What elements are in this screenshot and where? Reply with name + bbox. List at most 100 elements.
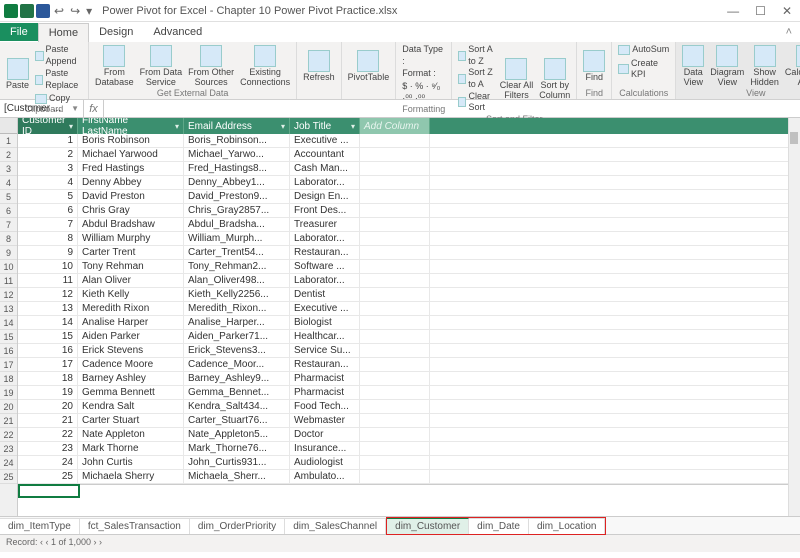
clear-filters-button[interactable]: Clear All Filters bbox=[500, 58, 534, 101]
cell-id[interactable]: 11 bbox=[18, 274, 78, 287]
cell-job[interactable]: Restauran... bbox=[290, 246, 360, 259]
row-header[interactable]: 25 bbox=[0, 470, 17, 484]
row-header[interactable]: 12 bbox=[0, 288, 17, 302]
cell-email[interactable]: Kendra_Salt434... bbox=[184, 400, 290, 413]
cell-id[interactable]: 6 bbox=[18, 204, 78, 217]
table-row[interactable]: 9Carter TrentCarter_Trent54...Restauran.… bbox=[18, 246, 788, 260]
from-database-button[interactable]: From Database bbox=[95, 45, 134, 88]
row-header[interactable]: 7 bbox=[0, 218, 17, 232]
cell-job[interactable]: Front Des... bbox=[290, 204, 360, 217]
cell-id[interactable]: 24 bbox=[18, 456, 78, 469]
from-data-service-button[interactable]: From Data Service bbox=[140, 45, 183, 88]
col-customer-id[interactable]: Customer ID▾ bbox=[18, 118, 78, 134]
cell-add[interactable] bbox=[360, 148, 430, 161]
cell-name[interactable]: Kieth Kelly bbox=[78, 288, 184, 301]
cell-job[interactable]: Executive ... bbox=[290, 134, 360, 147]
cell-id[interactable]: 7 bbox=[18, 218, 78, 231]
pivottable-button[interactable]: PivotTable bbox=[348, 50, 390, 83]
diagram-view-button[interactable]: Diagram View bbox=[710, 45, 744, 88]
from-other-sources-button[interactable]: From Other Sources bbox=[188, 45, 234, 88]
cell-add[interactable] bbox=[360, 260, 430, 273]
table-row[interactable]: 22Nate AppletonNate_Appleton5...Doctor bbox=[18, 428, 788, 442]
qat-dropdown-icon[interactable]: ▾ bbox=[84, 4, 94, 18]
cell-id[interactable]: 10 bbox=[18, 260, 78, 273]
maximize-button[interactable]: ☐ bbox=[755, 4, 766, 18]
row-header[interactable]: 20 bbox=[0, 400, 17, 414]
sheet-tab[interactable]: fct_SalesTransaction bbox=[80, 518, 190, 534]
cell-email[interactable]: Erick_Stevens3... bbox=[184, 344, 290, 357]
row-header[interactable]: 22 bbox=[0, 428, 17, 442]
cell-email[interactable]: Boris_Robinson... bbox=[184, 134, 290, 147]
record-navigator[interactable]: Record: ‹ ‹ 1 of 1,000 › › bbox=[6, 537, 102, 547]
data-view-button[interactable]: Data View bbox=[682, 45, 704, 88]
row-header[interactable]: 14 bbox=[0, 316, 17, 330]
cell-job[interactable]: Laborator... bbox=[290, 176, 360, 189]
col-name[interactable]: FirstName LastName▾ bbox=[78, 118, 184, 134]
cell-job[interactable]: Pharmacist bbox=[290, 386, 360, 399]
col-email[interactable]: Email Address▾ bbox=[184, 118, 290, 134]
cell-email[interactable]: Cadence_Moor... bbox=[184, 358, 290, 371]
row-header[interactable]: 24 bbox=[0, 456, 17, 470]
cell-add[interactable] bbox=[360, 316, 430, 329]
cell-job[interactable]: Service Su... bbox=[290, 344, 360, 357]
cell-name[interactable]: Michael Yarwood bbox=[78, 148, 184, 161]
sort-by-column-button[interactable]: Sort by Column bbox=[539, 58, 570, 101]
cell-email[interactable]: John_Curtis931... bbox=[184, 456, 290, 469]
table-row[interactable]: 23Mark ThorneMark_Thorne76...Insurance..… bbox=[18, 442, 788, 456]
cell-add[interactable] bbox=[360, 414, 430, 427]
table-row[interactable]: 25Michaela SherryMichaela_Sherr...Ambula… bbox=[18, 470, 788, 484]
table-row[interactable]: 19Gemma BennettGemma_Bennet...Pharmacist bbox=[18, 386, 788, 400]
cell-name[interactable]: Analise Harper bbox=[78, 316, 184, 329]
data-type-dropdown[interactable]: Data Type : bbox=[402, 44, 445, 67]
create-kpi-button[interactable]: Create KPI bbox=[618, 58, 669, 81]
cell-id[interactable]: 23 bbox=[18, 442, 78, 455]
cell-name[interactable]: Meredith Rixon bbox=[78, 302, 184, 315]
col-job[interactable]: Job Title▾ bbox=[290, 118, 360, 134]
cell-name[interactable]: Alan Oliver bbox=[78, 274, 184, 287]
cell-email[interactable]: Abdul_Bradsha... bbox=[184, 218, 290, 231]
cell-name[interactable]: Aiden Parker bbox=[78, 330, 184, 343]
add-column[interactable]: Add Column bbox=[360, 118, 430, 134]
table-row[interactable]: 14Analise HarperAnalise_Harper...Biologi… bbox=[18, 316, 788, 330]
cell-email[interactable]: Kieth_Kelly2256... bbox=[184, 288, 290, 301]
cell-id[interactable]: 4 bbox=[18, 176, 78, 189]
format-dropdown[interactable]: Format : bbox=[402, 68, 436, 80]
sheet-tab[interactable]: dim_Location bbox=[529, 518, 605, 534]
cell-email[interactable]: Analise_Harper... bbox=[184, 316, 290, 329]
cell-name[interactable]: Tony Rehman bbox=[78, 260, 184, 273]
table-row[interactable]: 18Barney AshleyBarney_Ashley9...Pharmaci… bbox=[18, 372, 788, 386]
cell-add[interactable] bbox=[360, 386, 430, 399]
sheet-tab[interactable]: dim_ItemType bbox=[0, 518, 80, 534]
row-header[interactable]: 16 bbox=[0, 344, 17, 358]
cell-add[interactable] bbox=[360, 428, 430, 441]
cell-email[interactable]: Aiden_Parker71... bbox=[184, 330, 290, 343]
cell-job[interactable]: Design En... bbox=[290, 190, 360, 203]
formula-input[interactable] bbox=[104, 100, 800, 117]
refresh-button[interactable]: Refresh bbox=[303, 50, 335, 83]
paste-button[interactable]: Paste bbox=[6, 58, 29, 91]
table-row[interactable]: 4Denny AbbeyDenny_Abbey1...Laborator... bbox=[18, 176, 788, 190]
row-header[interactable]: 9 bbox=[0, 246, 17, 260]
row-header[interactable]: 3 bbox=[0, 162, 17, 176]
table-row[interactable]: 11Alan OliverAlan_Oliver498...Laborator.… bbox=[18, 274, 788, 288]
sheet-tab[interactable]: dim_Date bbox=[469, 518, 529, 534]
cell-email[interactable]: Alan_Oliver498... bbox=[184, 274, 290, 287]
cell-add[interactable] bbox=[360, 246, 430, 259]
cell-id[interactable]: 12 bbox=[18, 288, 78, 301]
filter-icon[interactable]: ▾ bbox=[69, 122, 73, 131]
table-row[interactable]: 15Aiden ParkerAiden_Parker71...Healthcar… bbox=[18, 330, 788, 344]
cell-name[interactable]: Denny Abbey bbox=[78, 176, 184, 189]
cell-id[interactable]: 21 bbox=[18, 414, 78, 427]
cell-add[interactable] bbox=[360, 232, 430, 245]
cell-id[interactable]: 16 bbox=[18, 344, 78, 357]
cell-job[interactable]: Ambulato... bbox=[290, 470, 360, 483]
redo-icon[interactable]: ↪ bbox=[68, 4, 82, 18]
table-row[interactable]: 1Boris RobinsonBoris_Robinson...Executiv… bbox=[18, 134, 788, 148]
cell-job[interactable]: Insurance... bbox=[290, 442, 360, 455]
cell-name[interactable]: William Murphy bbox=[78, 232, 184, 245]
cell-job[interactable]: Webmaster bbox=[290, 414, 360, 427]
cell-id[interactable]: 2 bbox=[18, 148, 78, 161]
cell-id[interactable]: 22 bbox=[18, 428, 78, 441]
row-header[interactable]: 11 bbox=[0, 274, 17, 288]
cell-email[interactable]: Meredith_Rixon... bbox=[184, 302, 290, 315]
